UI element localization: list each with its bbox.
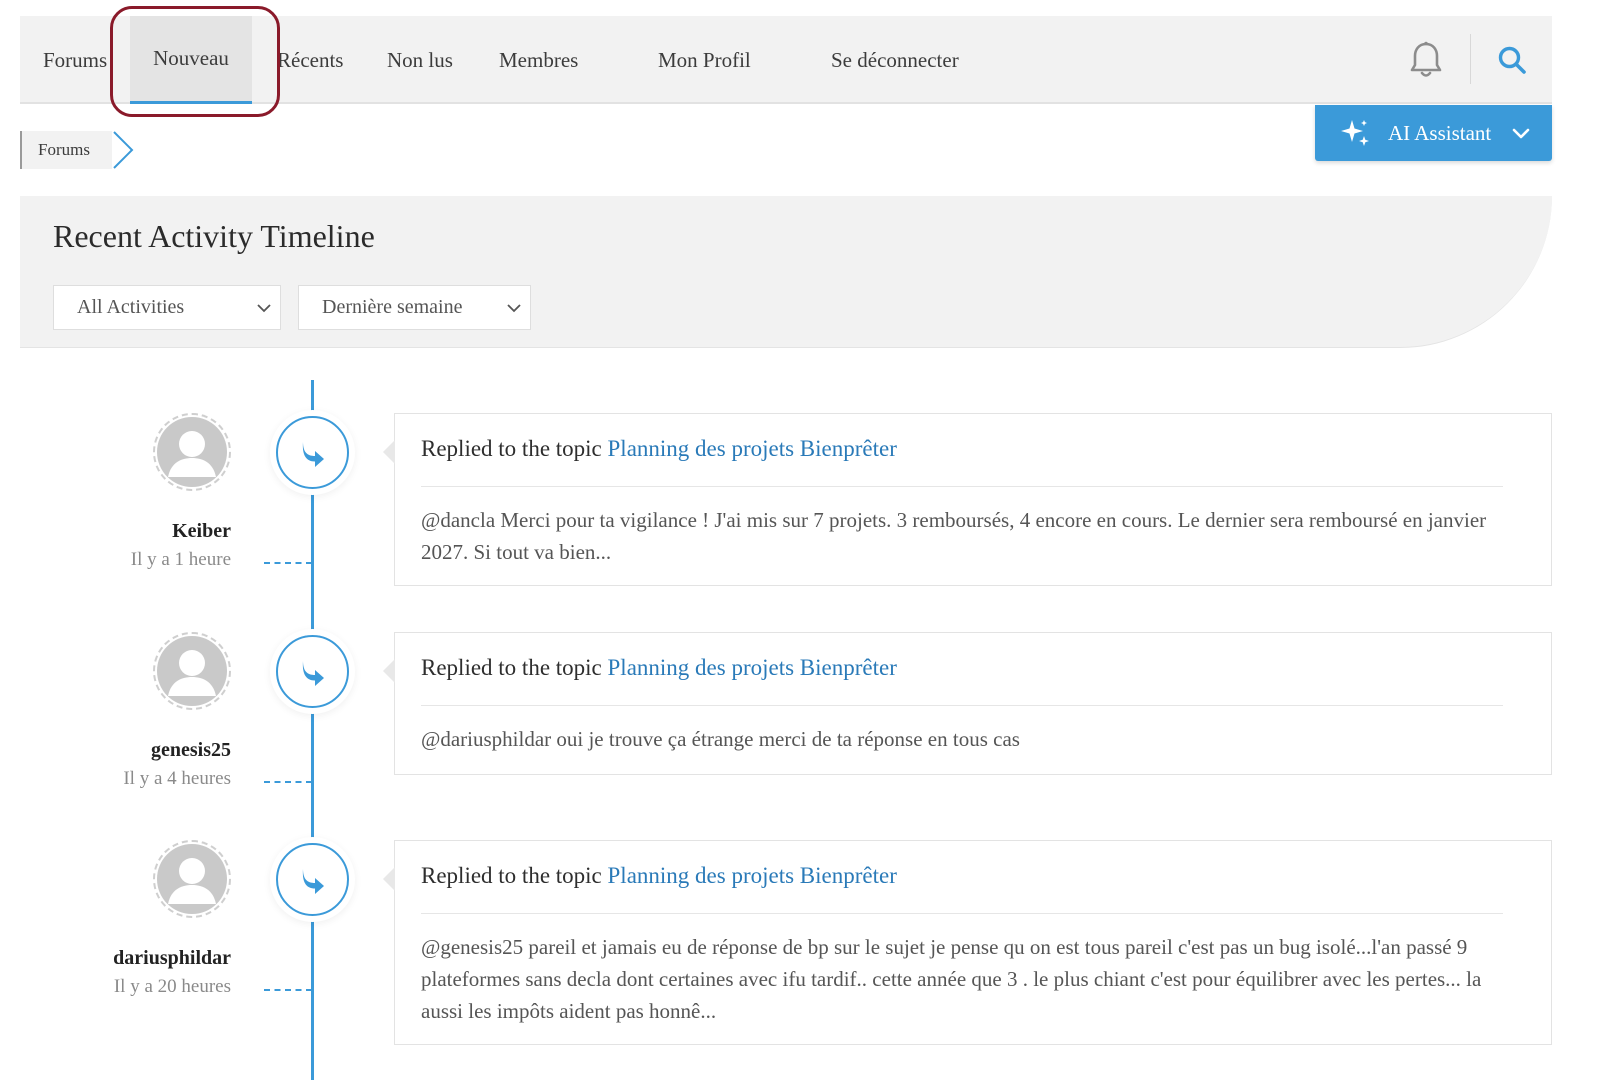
page-title: Recent Activity Timeline	[53, 218, 375, 254]
post-excerpt: @genesis25 pareil et jamais eu de répons…	[421, 935, 1482, 1023]
nav-item-forums[interactable]: Forums	[43, 16, 107, 104]
post-excerpt: @dancla Merci pour ta vigilance ! J'ai m…	[421, 508, 1487, 564]
time-ago: Il y a 4 heures	[123, 768, 231, 789]
bell-icon	[1410, 41, 1442, 77]
breadcrumb: Forums	[20, 131, 134, 169]
notifications-button[interactable]	[1400, 16, 1452, 104]
reply-node	[276, 843, 349, 916]
breadcrumb-item-forums[interactable]: Forums	[20, 131, 112, 169]
reply-arrow-icon	[302, 868, 324, 894]
nav-item-nouveau[interactable]: Nouveau	[130, 16, 252, 104]
reply-arrow-icon	[302, 441, 324, 467]
default-user-icon	[157, 417, 227, 487]
topic-link[interactable]: Planning des projets Bienprêter	[608, 436, 897, 461]
nav-item-se-deconnecter[interactable]: Se déconnecter	[831, 16, 959, 104]
timeline-connector	[264, 989, 312, 991]
ai-assistant-button[interactable]: AI Assistant	[1315, 105, 1552, 161]
breadcrumb-chevron-icon	[113, 131, 134, 169]
topic-link[interactable]: Planning des projets Bienprêter	[608, 863, 897, 888]
search-icon	[1498, 46, 1526, 74]
default-user-icon	[157, 844, 227, 914]
ai-assistant-label: AI Assistant	[1388, 120, 1492, 145]
chevron-down-icon	[257, 304, 271, 313]
reply-node	[276, 635, 349, 708]
activity-action: Replied to the topic	[421, 655, 602, 680]
activity-type-value: All Activities	[77, 296, 185, 318]
timeline-connector	[264, 781, 312, 783]
nav-item-mon-profil[interactable]: Mon Profil	[658, 16, 751, 104]
card-notch	[383, 659, 395, 683]
post-excerpt: @dariusphildar oui je trouve ça étrange …	[421, 727, 1020, 751]
card-title: Replied to the topic Planning des projet…	[421, 863, 897, 889]
default-user-icon	[157, 636, 227, 706]
username[interactable]: genesis25	[151, 739, 231, 762]
time-period-value: Dernière semaine	[322, 296, 463, 318]
activity-card: Replied to the topic Planning des projet…	[383, 840, 1552, 1045]
card-title: Replied to the topic Planning des projet…	[421, 655, 897, 681]
avatar[interactable]	[153, 632, 231, 710]
time-ago: Il y a 20 heures	[113, 976, 231, 997]
activity-action: Replied to the topic	[421, 863, 602, 888]
topic-link[interactable]: Planning des projets Bienprêter	[608, 655, 897, 680]
nav-item-non-lus[interactable]: Non lus	[387, 16, 453, 104]
activity-action: Replied to the topic	[421, 436, 602, 461]
chevron-down-icon	[1512, 128, 1530, 139]
chevron-down-icon	[507, 304, 521, 313]
timeline-connector	[264, 562, 312, 564]
username[interactable]: Keiber	[172, 520, 231, 543]
card-divider	[421, 913, 1503, 914]
avatar[interactable]	[153, 840, 231, 918]
sparkle-icon	[1341, 120, 1369, 146]
card-divider	[421, 705, 1503, 706]
card-notch	[383, 440, 395, 464]
nav-item-recents[interactable]: Récents	[277, 16, 343, 104]
card-title: Replied to the topic Planning des projet…	[421, 436, 897, 462]
nav-item-membres[interactable]: Membres	[499, 16, 578, 104]
nav-divider	[1470, 34, 1471, 84]
reply-node	[276, 416, 349, 489]
time-period-select[interactable]: Dernière semaine	[298, 285, 531, 330]
avatar[interactable]	[153, 413, 231, 491]
activity-type-select[interactable]: All Activities	[53, 285, 281, 330]
top-nav: Forums Nouveau Récents Non lus Membres M…	[20, 16, 1552, 104]
search-button[interactable]	[1486, 16, 1538, 104]
card-notch	[383, 867, 395, 891]
activity-header: Recent Activity Timeline All Activities …	[20, 196, 1552, 348]
card-divider	[421, 486, 1503, 487]
activity-card: Replied to the topic Planning des projet…	[383, 632, 1552, 775]
reply-arrow-icon	[302, 660, 324, 686]
activity-card: Replied to the topic Planning des projet…	[383, 413, 1552, 586]
username[interactable]: dariusphildar	[113, 947, 231, 970]
time-ago: Il y a 1 heure	[130, 549, 231, 570]
